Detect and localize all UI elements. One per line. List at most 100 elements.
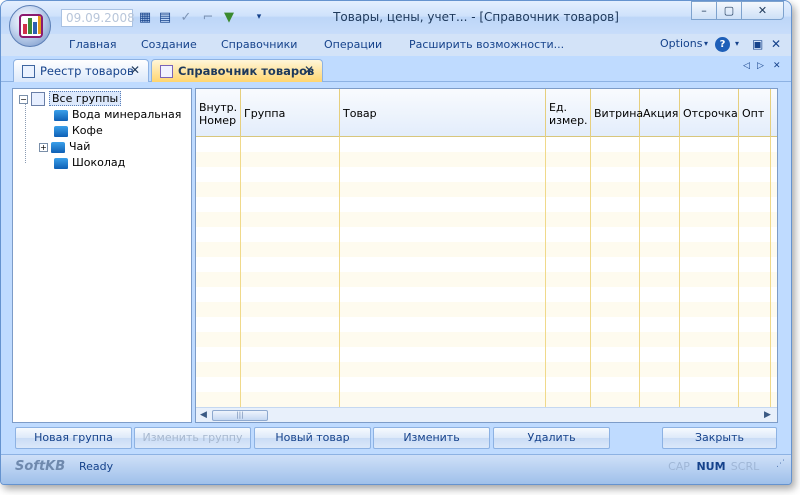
book-icon[interactable]: ▤ [157, 9, 173, 26]
resize-grip-icon[interactable]: ⋰ [776, 459, 785, 469]
folder-icon [54, 109, 68, 121]
column-header[interactable]: Витрина [591, 89, 643, 137]
tree-root[interactable]: − Все группы [19, 91, 122, 107]
restore-doc-icon[interactable]: ▣ [752, 37, 763, 51]
menu-references[interactable]: Справочники [221, 38, 297, 51]
grid-row[interactable] [196, 167, 777, 182]
help-icon[interactable]: ? [715, 37, 730, 52]
grid-row[interactable] [196, 287, 777, 302]
caps-indicator: CAP [668, 460, 690, 473]
tab-label: Реестр товаров [40, 64, 134, 78]
grid-row[interactable] [196, 137, 777, 152]
tab-scroll-left-icon[interactable]: ◁ [743, 61, 750, 71]
tree-item-label: Вода минеральная [72, 108, 182, 121]
column-header[interactable]: Отсрочка [680, 89, 739, 137]
title-bar: 09.09.2008 ▦ ▤ ✓ ⌐ ▼ ▾ Товары, цены, уче… [1, 1, 791, 34]
help-dropdown-icon[interactable]: ▾ [735, 39, 739, 48]
scroll-lock-indicator: SCRL [730, 460, 760, 473]
menu-operations[interactable]: Операции [324, 38, 382, 51]
new-item-button[interactable]: Новый товар [254, 427, 371, 449]
folder-icon [54, 157, 68, 169]
catalog-icon [31, 92, 45, 106]
num-indicator: NUM [696, 460, 726, 473]
softkb-logo: SoftKB [15, 459, 66, 474]
scroll-left-icon[interactable]: ◀ [200, 410, 207, 420]
delete-button[interactable]: Удалить [493, 427, 610, 449]
grid-row[interactable] [196, 257, 777, 272]
check-icon[interactable]: ✓ [178, 9, 194, 26]
column-header[interactable]: Ед. измер. [546, 89, 591, 137]
close-doc-icon[interactable]: ✕ [771, 37, 781, 51]
options-dropdown-icon[interactable]: ▾ [704, 39, 708, 48]
grid-row[interactable] [196, 182, 777, 197]
menu-create[interactable]: Создание [141, 38, 197, 51]
tree-item[interactable]: Шоколад [54, 155, 125, 171]
group-tree[interactable]: − Все группы Вода минеральная Кофе + Чай Ш… [12, 88, 192, 423]
expand-icon[interactable]: + [39, 142, 48, 152]
column-header[interactable]: Товар [340, 89, 546, 137]
grid-body[interactable] [196, 137, 777, 407]
tab-goods-reference[interactable]: Справочник товаров ✕ [151, 59, 323, 82]
tab-goods-registry[interactable]: Реестр товаров ✕ [13, 59, 149, 82]
reference-icon [160, 65, 173, 78]
grid-row[interactable] [196, 152, 777, 167]
maximize-button[interactable]: ▢ [716, 1, 742, 20]
grid-row[interactable] [196, 227, 777, 242]
grid-row[interactable] [196, 392, 777, 407]
tree-item-label: Шоколад [72, 156, 126, 169]
column-header[interactable]: Акция [640, 89, 680, 137]
grid-row[interactable] [196, 212, 777, 227]
customize-quick-access-icon[interactable]: ▾ [251, 9, 267, 26]
goods-grid[interactable]: Внутр. Номер Группа Товар Ед. измер. Вит… [195, 88, 778, 423]
folder-icon [51, 141, 65, 153]
close-button[interactable]: Закрыть [662, 427, 777, 449]
column-header[interactable]: Опт [739, 89, 771, 137]
app-menu-button[interactable] [9, 5, 51, 47]
tree-item-label: Кофе [72, 124, 103, 137]
column-header[interactable]: Внутр. Номер [196, 89, 241, 137]
horizontal-scrollbar[interactable]: ◀ ||| ▶ [196, 407, 777, 422]
status-bar: SoftKB Ready CAP NUM SCRL ⋰ [1, 454, 791, 484]
date-field[interactable]: 09.09.2008 [61, 9, 135, 27]
status-text: Ready [79, 460, 114, 473]
action-buttons: Новая группа Изменить группу Новый товар… [1, 425, 791, 451]
document-tabs: Реестр товаров ✕ Справочник товаров ✕ [1, 56, 791, 82]
app-window: 09.09.2008 ▦ ▤ ✓ ⌐ ▼ ▾ Товары, цены, уче… [0, 0, 792, 485]
tab-label: Справочник товаров [178, 64, 315, 78]
tab-close-all-icon[interactable]: ✕ [773, 61, 781, 71]
grid-row[interactable] [196, 197, 777, 212]
grid-row[interactable] [196, 377, 777, 392]
scroll-thumb[interactable]: ||| [212, 410, 268, 421]
grid-row[interactable] [196, 317, 777, 332]
minimize-button[interactable]: – [691, 1, 717, 20]
tree-item[interactable]: Вода минеральная [54, 107, 181, 123]
tab-scroll-right-icon[interactable]: ▷ [757, 61, 764, 71]
column-header[interactable]: Группа [241, 89, 340, 137]
pin-icon[interactable]: ⌐ [200, 9, 216, 26]
grid-row[interactable] [196, 272, 777, 287]
registry-icon [22, 65, 35, 78]
ribbon-menu: Главная Создание Справочники Операции Ра… [1, 34, 791, 56]
edit-group-button[interactable]: Изменить группу [134, 427, 251, 449]
close-window-button[interactable]: ✕ [741, 1, 784, 20]
scroll-right-icon[interactable]: ▶ [764, 410, 771, 420]
filter-icon[interactable]: ▼ [221, 9, 237, 26]
grid-row[interactable] [196, 362, 777, 377]
tree-item[interactable]: Кофе [54, 123, 103, 139]
menu-extend[interactable]: Расширить возможности... [409, 38, 564, 51]
close-tab-icon[interactable]: ✕ [304, 63, 314, 77]
collapse-icon[interactable]: − [19, 94, 28, 104]
tree-item[interactable]: + Чай [39, 139, 90, 155]
calendar-icon[interactable]: ▦ [137, 9, 153, 26]
menu-home[interactable]: Главная [69, 38, 117, 51]
edit-button[interactable]: Изменить [373, 427, 490, 449]
new-group-button[interactable]: Новая группа [15, 427, 132, 449]
close-tab-icon[interactable]: ✕ [130, 63, 140, 77]
tree-item-label: Все группы [49, 91, 122, 106]
grid-row[interactable] [196, 332, 777, 347]
grid-row[interactable] [196, 347, 777, 362]
grid-row[interactable] [196, 242, 777, 257]
options-menu[interactable]: Options [660, 37, 702, 50]
tree-item-label: Чай [69, 140, 91, 153]
grid-row[interactable] [196, 302, 777, 317]
